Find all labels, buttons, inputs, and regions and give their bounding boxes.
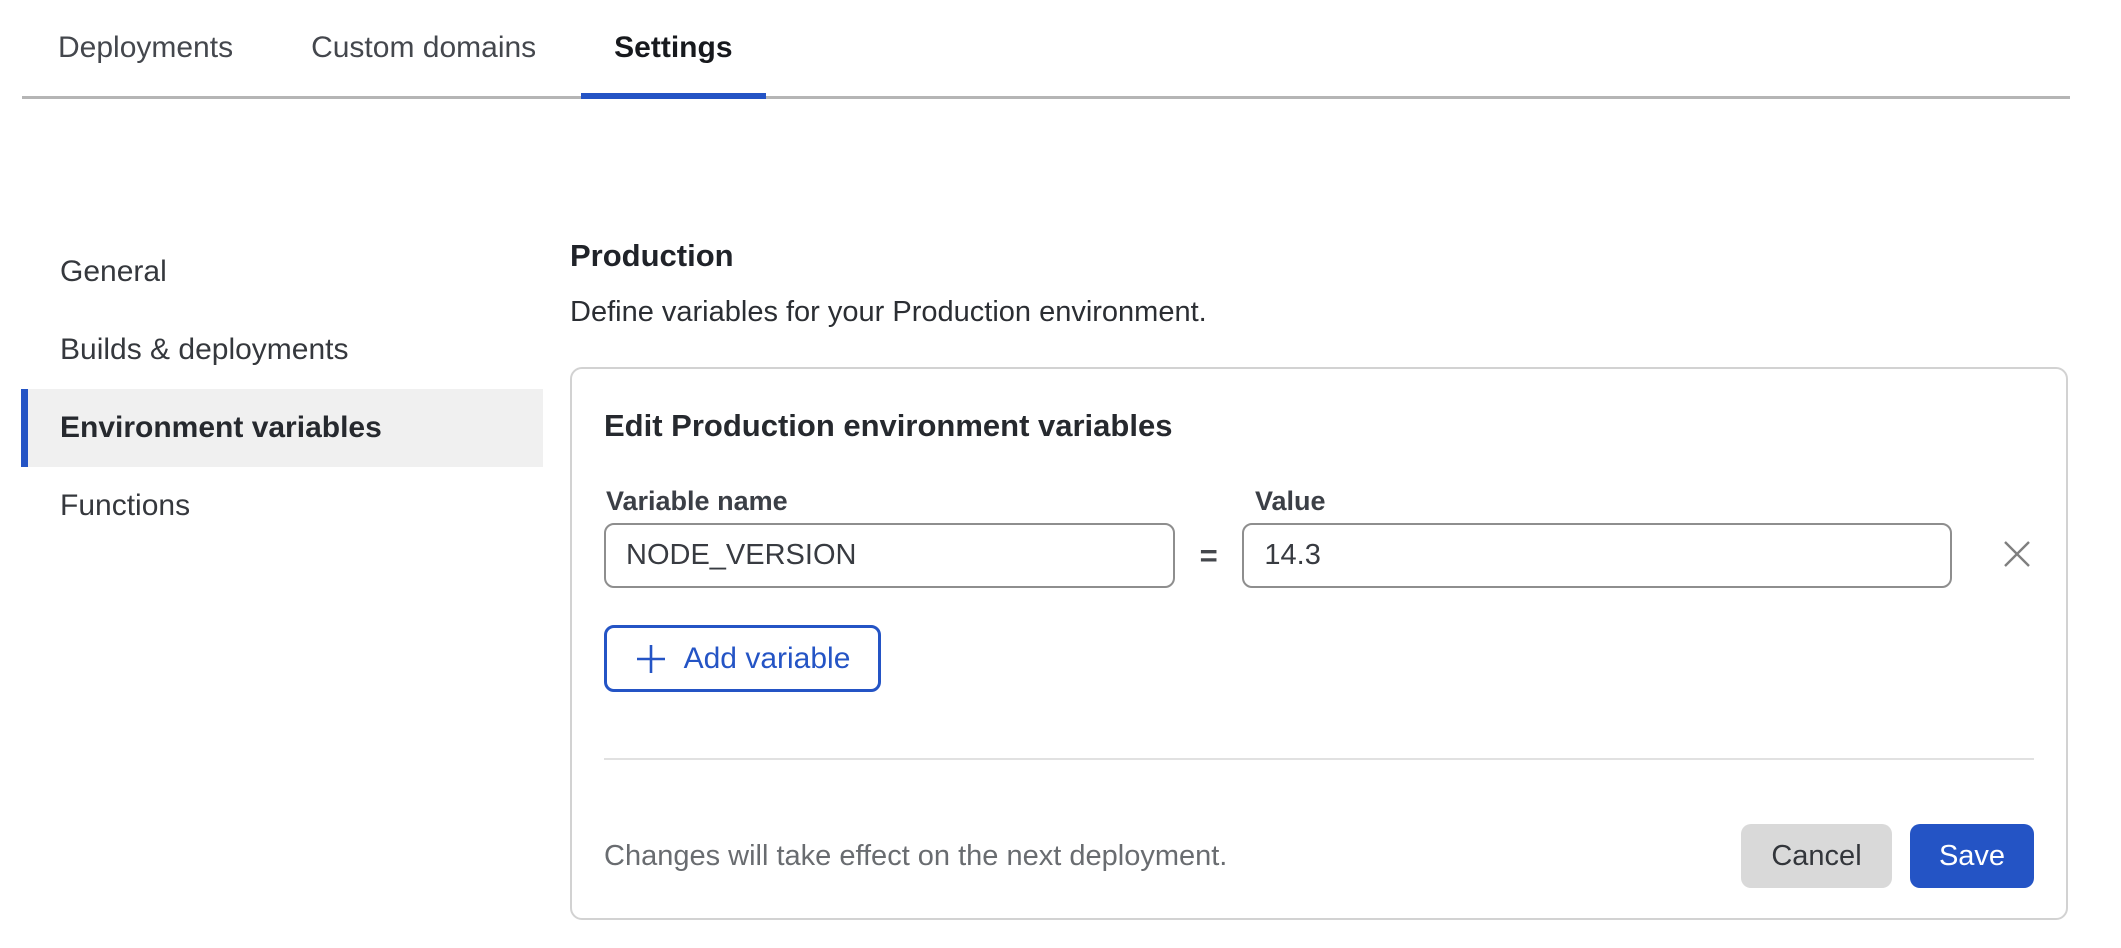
section-title: Production [570,240,2068,271]
variable-name-input[interactable] [604,523,1175,588]
card-divider [604,758,2034,760]
section-description: Define variables for your Production env… [570,298,2068,327]
sidebar-item-general[interactable]: General [21,233,543,311]
value-label: Value [1255,486,1326,516]
variable-row: = [604,523,2034,588]
variable-value-input[interactable] [1242,523,1952,588]
field-labels-row: Variable name Value [604,488,2034,515]
sidebar-item-functions[interactable]: Functions [21,467,543,545]
card-footer: Changes will take effect on the next dep… [604,824,2034,888]
settings-main-panel: Production Define variables for your Pro… [570,228,2068,920]
tab-settings[interactable]: Settings [581,0,765,96]
plus-icon [635,643,667,675]
project-tabbar: Deployments Custom domains Settings [22,0,2070,99]
tab-deployments[interactable]: Deployments [25,0,266,96]
sidebar-item-builds-deployments[interactable]: Builds & deployments [21,311,543,389]
save-button[interactable]: Save [1910,824,2034,888]
deployment-note: Changes will take effect on the next dep… [604,842,1227,871]
environment-variables-card: Edit Production environment variables Va… [570,367,2068,920]
settings-sidenav: General Builds & deployments Environment… [21,233,543,545]
close-icon [2002,539,2032,572]
variable-name-label: Variable name [606,486,788,516]
cancel-button[interactable]: Cancel [1741,824,1892,888]
footer-actions: Cancel Save [1741,824,2034,888]
add-variable-label: Add variable [684,642,851,676]
remove-variable-button[interactable] [2000,523,2034,588]
tab-custom-domains[interactable]: Custom domains [278,0,569,96]
equals-sign: = [1175,538,1242,574]
sidebar-item-environment-variables[interactable]: Environment variables [21,389,543,467]
card-title: Edit Production environment variables [604,410,2034,441]
add-variable-button[interactable]: Add variable [604,625,881,692]
